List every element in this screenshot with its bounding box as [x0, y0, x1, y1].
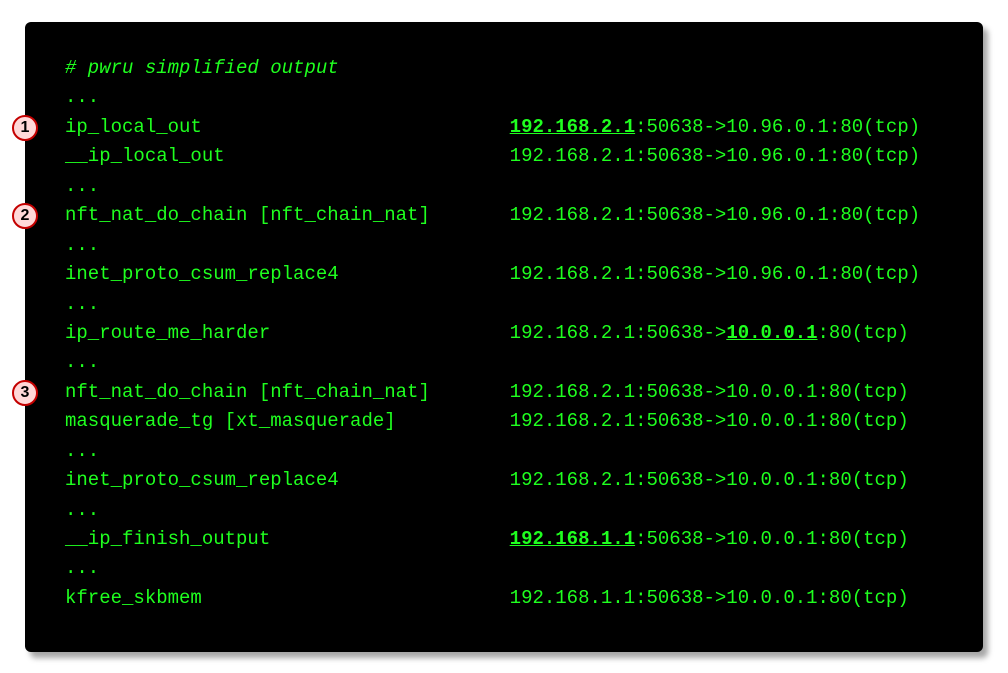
- tuple-text: :80(tcp): [818, 322, 909, 344]
- tuple-text: :50638->10.0.0.1:80(tcp): [635, 528, 909, 550]
- trace-line: nft_nat_do_chain [nft_chain_nat]192.168.…: [65, 378, 943, 407]
- ellipsis-line: ...: [65, 83, 943, 112]
- connection-tuple: 192.168.1.1:50638->10.0.0.1:80(tcp): [510, 584, 909, 613]
- tuple-text: 192.168.2.1:50638->10.0.0.1:80(tcp): [510, 410, 909, 432]
- ellipsis-line: ...: [65, 496, 943, 525]
- trace-line: __ip_local_out192.168.2.1:50638->10.96.0…: [65, 142, 943, 171]
- ellipsis-text: ...: [65, 348, 99, 377]
- ellipsis-line: ...: [65, 554, 943, 583]
- ellipsis-text: ...: [65, 83, 99, 112]
- trace-line: __ip_finish_output192.168.1.1:50638->10.…: [65, 525, 943, 554]
- function-name: nft_nat_do_chain [nft_chain_nat]: [65, 201, 510, 230]
- tuple-text: 192.168.2.1:50638->10.96.0.1:80(tcp): [510, 263, 920, 285]
- highlighted-ip: 192.168.2.1: [510, 116, 635, 138]
- terminal-rows: ...ip_local_out192.168.2.1:50638->10.96.…: [65, 83, 943, 613]
- tuple-text: 192.168.1.1:50638->10.0.0.1:80(tcp): [510, 587, 909, 609]
- tuple-text: 192.168.2.1:50638->10.0.0.1:80(tcp): [510, 469, 909, 491]
- trace-line: inet_proto_csum_replace4192.168.2.1:5063…: [65, 260, 943, 289]
- tuple-text: 192.168.2.1:50638->: [510, 322, 727, 344]
- trace-line: nft_nat_do_chain [nft_chain_nat]192.168.…: [65, 201, 943, 230]
- function-name: nft_nat_do_chain [nft_chain_nat]: [65, 378, 510, 407]
- connection-tuple: 192.168.2.1:50638->10.96.0.1:80(tcp): [510, 113, 920, 142]
- annotation-label: 1: [21, 119, 30, 137]
- function-name: __ip_local_out: [65, 142, 510, 171]
- connection-tuple: 192.168.2.1:50638->10.0.0.1:80(tcp): [510, 319, 909, 348]
- ellipsis-text: ...: [65, 437, 99, 466]
- annotation-label: 2: [21, 207, 30, 225]
- ellipsis-text: ...: [65, 231, 99, 260]
- tuple-text: :50638->10.96.0.1:80(tcp): [635, 116, 920, 138]
- trace-line: masquerade_tg [xt_masquerade]192.168.2.1…: [65, 407, 943, 436]
- ellipsis-line: ...: [65, 172, 943, 201]
- connection-tuple: 192.168.2.1:50638->10.96.0.1:80(tcp): [510, 201, 920, 230]
- function-name: inet_proto_csum_replace4: [65, 260, 510, 289]
- tuple-text: 192.168.2.1:50638->10.96.0.1:80(tcp): [510, 145, 920, 167]
- connection-tuple: 192.168.2.1:50638->10.96.0.1:80(tcp): [510, 260, 920, 289]
- ellipsis-text: ...: [65, 290, 99, 319]
- function-name: kfree_skbmem: [65, 584, 510, 613]
- comment-line: # pwru simplified output: [65, 54, 943, 83]
- annotation-badge-3: 3: [12, 380, 38, 406]
- connection-tuple: 192.168.1.1:50638->10.0.0.1:80(tcp): [510, 525, 909, 554]
- function-name: ip_local_out: [65, 113, 510, 142]
- annotation-badge-2: 2: [12, 203, 38, 229]
- trace-line: ip_route_me_harder192.168.2.1:50638->10.…: [65, 319, 943, 348]
- terminal-window: # pwru simplified output ...ip_local_out…: [25, 22, 983, 652]
- connection-tuple: 192.168.2.1:50638->10.0.0.1:80(tcp): [510, 466, 909, 495]
- trace-line: kfree_skbmem192.168.1.1:50638->10.0.0.1:…: [65, 584, 943, 613]
- trace-line: inet_proto_csum_replace4192.168.2.1:5063…: [65, 466, 943, 495]
- tuple-text: 192.168.2.1:50638->10.96.0.1:80(tcp): [510, 204, 920, 226]
- trace-line: ip_local_out192.168.2.1:50638->10.96.0.1…: [65, 113, 943, 142]
- function-name: __ip_finish_output: [65, 525, 510, 554]
- connection-tuple: 192.168.2.1:50638->10.0.0.1:80(tcp): [510, 407, 909, 436]
- tuple-text: 192.168.2.1:50638->10.0.0.1:80(tcp): [510, 381, 909, 403]
- function-name: masquerade_tg [xt_masquerade]: [65, 407, 510, 436]
- ellipsis-line: ...: [65, 231, 943, 260]
- ellipsis-text: ...: [65, 554, 99, 583]
- annotation-badge-1: 1: [12, 115, 38, 141]
- highlighted-ip: 10.0.0.1: [726, 322, 817, 344]
- highlighted-ip: 192.168.1.1: [510, 528, 635, 550]
- ellipsis-line: ...: [65, 348, 943, 377]
- annotation-label: 3: [21, 384, 30, 402]
- ellipsis-text: ...: [65, 172, 99, 201]
- ellipsis-line: ...: [65, 290, 943, 319]
- ellipsis-line: ...: [65, 437, 943, 466]
- connection-tuple: 192.168.2.1:50638->10.0.0.1:80(tcp): [510, 378, 909, 407]
- function-name: inet_proto_csum_replace4: [65, 466, 510, 495]
- connection-tuple: 192.168.2.1:50638->10.96.0.1:80(tcp): [510, 142, 920, 171]
- function-name: ip_route_me_harder: [65, 319, 510, 348]
- ellipsis-text: ...: [65, 496, 99, 525]
